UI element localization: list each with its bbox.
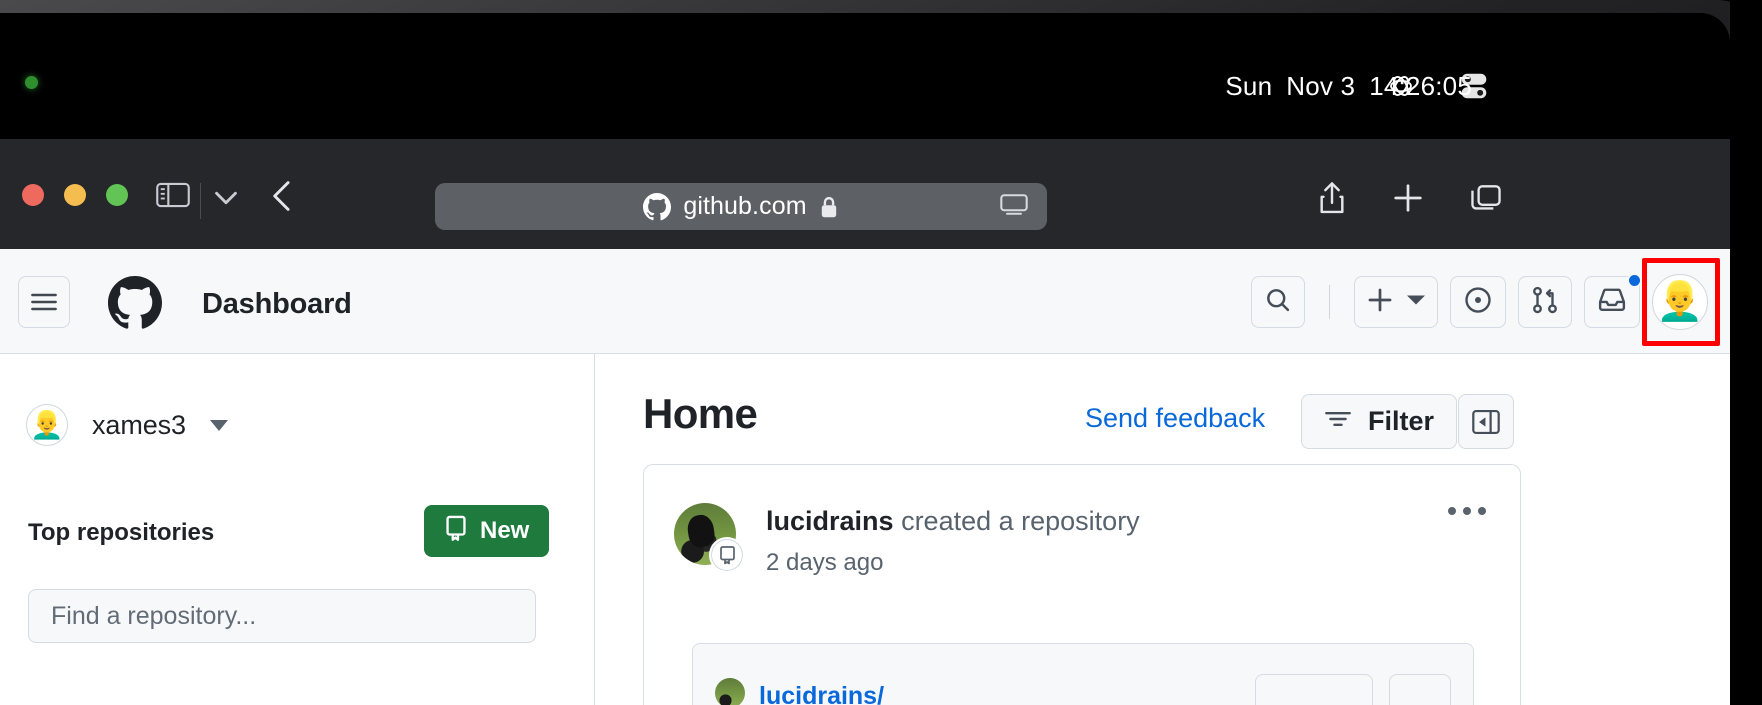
github-mark-icon[interactable] bbox=[108, 276, 162, 335]
feed-item-text: lucidrains created a repository 2 days a… bbox=[766, 503, 1140, 577]
screen-root: Sun Nov 3 14:26:05 github.com Dashboard … bbox=[0, 0, 1762, 705]
new-tab-icon[interactable] bbox=[1392, 182, 1424, 219]
safari-toolbar-right bbox=[1318, 181, 1502, 220]
minimize-window-button[interactable] bbox=[64, 184, 86, 206]
search-button[interactable] bbox=[1251, 276, 1305, 328]
address-bar-url: github.com bbox=[683, 192, 807, 220]
reader-view-icon[interactable] bbox=[999, 191, 1029, 222]
pull-requests-button[interactable] bbox=[1518, 276, 1572, 328]
filter-icon bbox=[1324, 406, 1352, 437]
feed-timestamp: 2 days ago bbox=[766, 549, 884, 576]
inbox-icon bbox=[1597, 285, 1627, 320]
kebab-dot bbox=[1448, 507, 1456, 515]
dashboard-main: Home Send feedback Filter lucidrains cre… bbox=[595, 354, 1730, 705]
github-header-actions: 👱‍♂️ bbox=[1251, 273, 1708, 330]
feed-repo-owner-avatar bbox=[715, 678, 745, 705]
caret-down-icon bbox=[1407, 293, 1425, 311]
issues-button[interactable] bbox=[1450, 276, 1506, 328]
github-octocat-icon bbox=[643, 192, 672, 221]
back-button-icon[interactable] bbox=[270, 179, 294, 213]
toolbar-divider bbox=[200, 183, 201, 219]
feed-more-button[interactable] bbox=[1389, 674, 1451, 705]
macos-menu-bar: Sun Nov 3 14:26:05 bbox=[0, 13, 1730, 139]
sidebar-username: xames3 bbox=[92, 409, 186, 440]
outer-background bbox=[1730, 0, 1762, 705]
new-repository-label: New bbox=[480, 517, 530, 544]
find-repository-input[interactable]: Find a repository... bbox=[28, 589, 536, 643]
chevron-down-icon[interactable] bbox=[213, 189, 239, 207]
feed-repo-link[interactable]: lucidrains/ bbox=[759, 682, 884, 705]
tab-overview-icon[interactable] bbox=[1470, 183, 1502, 218]
repo-icon bbox=[709, 537, 745, 573]
filter-label: Filter bbox=[1368, 406, 1435, 436]
safari-toolbar: github.com bbox=[0, 139, 1730, 249]
send-feedback-link[interactable]: Send feedback bbox=[1085, 403, 1265, 434]
plus-icon bbox=[1367, 287, 1393, 318]
header-divider bbox=[1329, 285, 1330, 319]
close-window-button[interactable] bbox=[22, 184, 44, 206]
create-new-button[interactable] bbox=[1354, 276, 1438, 328]
hamburger-menu-icon[interactable] bbox=[18, 276, 70, 328]
side-panel-expand-icon[interactable] bbox=[1458, 394, 1514, 449]
lock-icon bbox=[819, 195, 839, 219]
kebab-dot bbox=[1463, 507, 1471, 515]
notification-badge-dot bbox=[1627, 273, 1642, 288]
feed-actor-avatar[interactable] bbox=[674, 503, 745, 573]
issue-opened-icon bbox=[1463, 285, 1493, 320]
feed-actor-name[interactable]: lucidrains bbox=[766, 506, 894, 536]
feed-item-header: lucidrains created a repository 2 days a… bbox=[644, 465, 1520, 577]
repo-icon bbox=[444, 515, 468, 548]
address-bar[interactable]: github.com bbox=[435, 183, 1047, 230]
feed-item-headline: lucidrains created a repository bbox=[766, 506, 1140, 537]
sidebar-user-switcher[interactable]: 👱‍♂️ xames3 bbox=[26, 404, 228, 446]
github-app-header: Dashboard bbox=[0, 249, 1730, 354]
menubar-date: Nov 3 bbox=[1286, 71, 1356, 101]
sidebar-toggle-icon[interactable] bbox=[155, 181, 191, 209]
kebab-horizontal-icon[interactable] bbox=[1448, 507, 1486, 515]
kebab-dot bbox=[1478, 507, 1486, 515]
notifications-button[interactable] bbox=[1584, 273, 1642, 328]
sidebar-avatar: 👱‍♂️ bbox=[26, 404, 68, 446]
share-icon[interactable] bbox=[1318, 181, 1346, 220]
menubar-clock[interactable]: Sun Nov 3 14:26:05 bbox=[1211, 71, 1472, 102]
feed-card: lucidrains created a repository 2 days a… bbox=[643, 464, 1521, 705]
menubar-time: 14:26:05 bbox=[1369, 71, 1472, 101]
avatar: 👱‍♂️ bbox=[1656, 281, 1704, 323]
menubar-day: Sun bbox=[1225, 71, 1273, 101]
feed-star-button[interactable] bbox=[1255, 674, 1373, 705]
filter-button[interactable]: Filter bbox=[1301, 394, 1458, 449]
maximize-window-button[interactable] bbox=[106, 184, 128, 206]
search-icon bbox=[1264, 286, 1292, 319]
dashboard-body: 👱‍♂️ xames3 Top repositories New bbox=[0, 354, 1730, 705]
feed-repository-card: lucidrains/ bbox=[692, 643, 1474, 705]
dashboard-sidebar: 👱‍♂️ xames3 Top repositories New bbox=[0, 354, 595, 705]
home-heading: Home bbox=[643, 390, 758, 437]
recording-indicator-dot bbox=[25, 76, 38, 89]
find-repository-placeholder: Find a repository... bbox=[51, 601, 257, 630]
top-repositories-label: Top repositories bbox=[28, 519, 215, 546]
display-area: Sun Nov 3 14:26:05 github.com Dashboard … bbox=[0, 13, 1730, 705]
new-repository-button[interactable]: New bbox=[424, 505, 550, 557]
window-traffic-lights bbox=[22, 184, 128, 206]
page-title: Dashboard bbox=[202, 288, 352, 320]
git-pull-request-icon bbox=[1531, 285, 1559, 320]
chevron-down-icon bbox=[209, 419, 228, 431]
user-avatar-button[interactable]: 👱‍♂️ bbox=[1652, 274, 1708, 330]
feed-action-text: created a repository bbox=[901, 506, 1140, 536]
